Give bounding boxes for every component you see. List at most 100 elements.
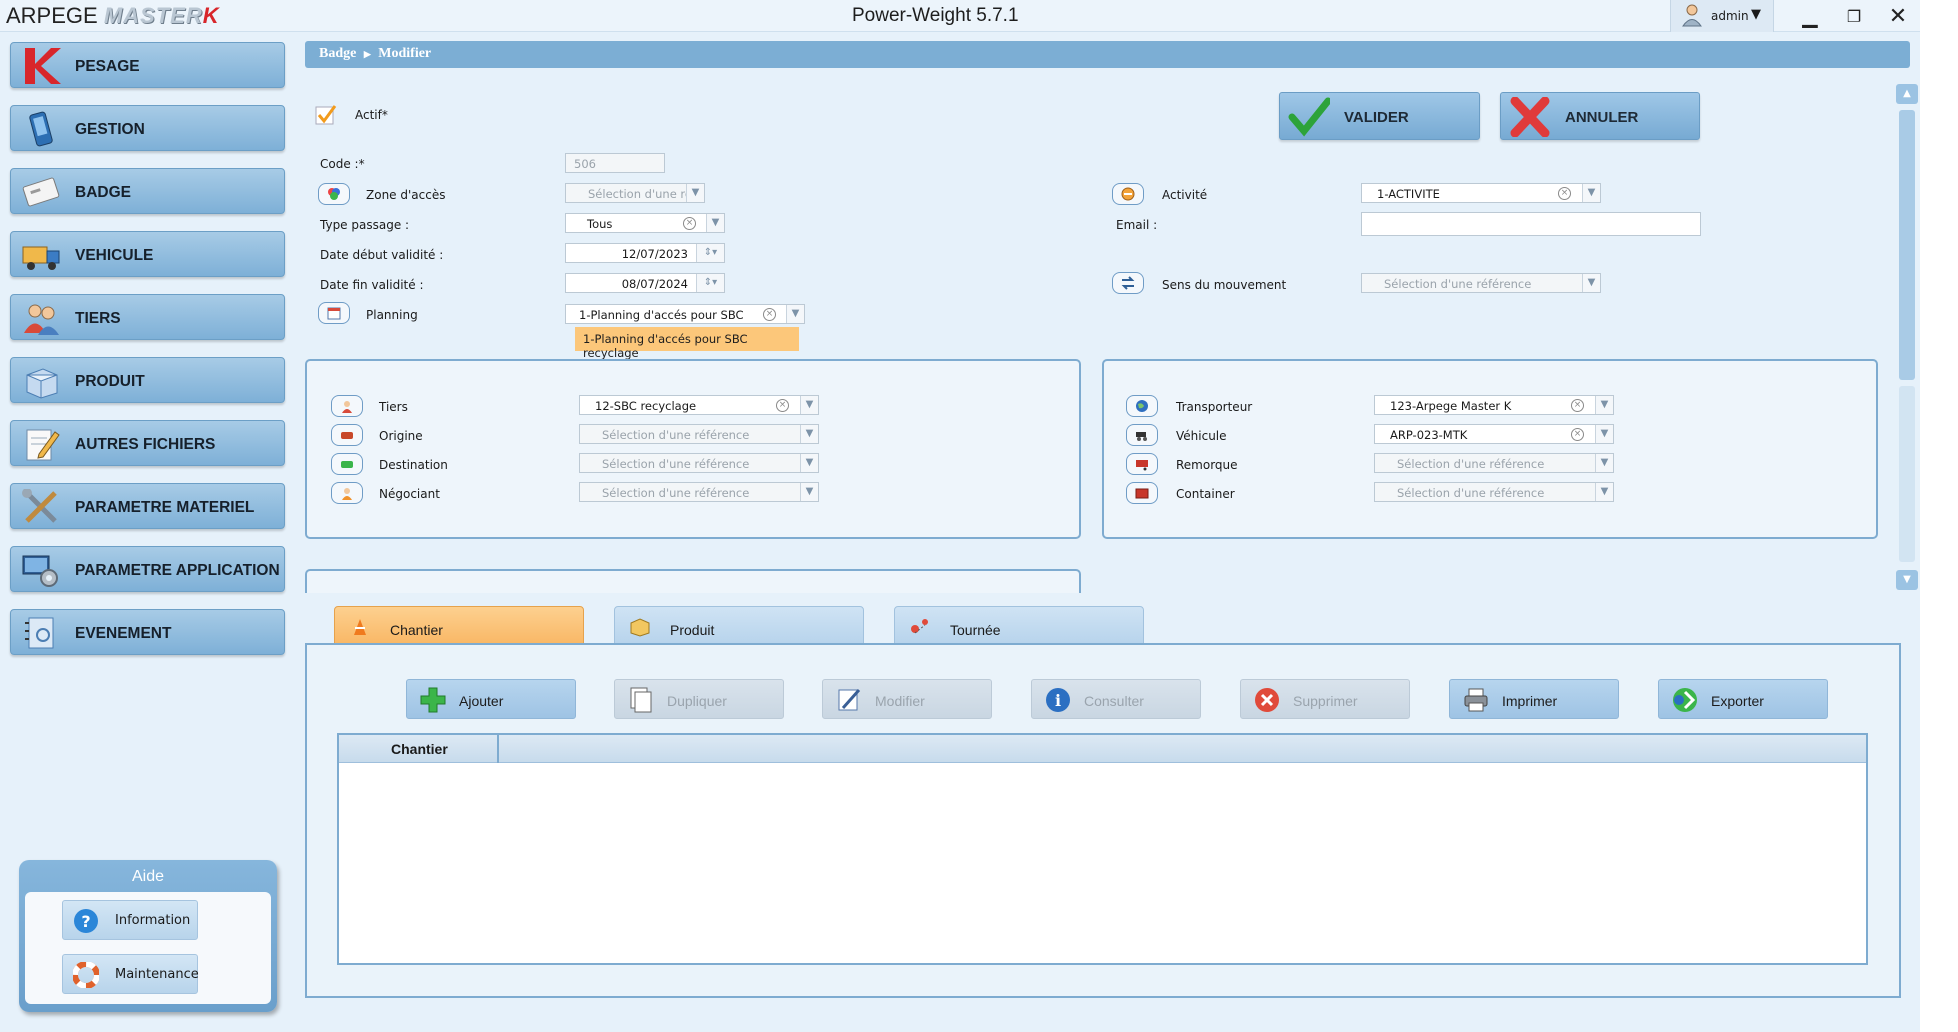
column-header-chantier[interactable]: Chantier — [339, 735, 499, 763]
sens-select[interactable]: Sélection d'une référence ▼ — [1361, 273, 1601, 293]
planning-icon-button[interactable] — [318, 302, 350, 324]
clear-icon[interactable]: × — [1571, 399, 1584, 412]
nav-vehicule[interactable]: VEHICULE — [10, 231, 285, 277]
nav-evenement[interactable]: EVENEMENT — [10, 609, 285, 655]
negociant-icon-button[interactable] — [331, 482, 363, 504]
truck-green-icon — [341, 461, 353, 468]
duplicate-icon — [630, 687, 652, 713]
destination-icon-button[interactable] — [331, 453, 363, 475]
svg-text:?: ? — [81, 912, 90, 931]
cancel-button[interactable]: ANNULER — [1500, 92, 1700, 140]
title-bar: ARPEGE MASTERK Power-Weight 5.7.1 admin … — [0, 0, 1920, 32]
sens-icon-button[interactable] — [1112, 272, 1144, 294]
zone-select[interactable]: Sélection d'une ré ▼ — [565, 183, 705, 203]
chevron-down-icon[interactable]: ▼ — [1595, 454, 1613, 472]
tab-tournee[interactable]: Tournée — [894, 606, 1144, 644]
nav-badge[interactable]: BADGE — [10, 168, 285, 214]
actif-checkbox[interactable] — [315, 104, 337, 126]
code-field[interactable]: 506 — [565, 153, 665, 173]
clear-icon[interactable]: × — [683, 217, 696, 230]
date-spinner-icon[interactable]: ⇕▾ — [696, 274, 724, 292]
nav-parametre-application[interactable]: PARAMETRE APPLICATION — [10, 546, 285, 592]
export-button[interactable]: Exporter — [1658, 679, 1828, 719]
tab-produit[interactable]: Produit — [614, 606, 864, 644]
date-fin-field[interactable]: 08/07/2024 ⇕▾ — [565, 273, 725, 293]
nav-autres-fichiers[interactable]: AUTRES FICHIERS — [10, 420, 285, 466]
chantier-table[interactable]: Chantier — [337, 733, 1868, 965]
activite-select[interactable]: 1-ACTIVITE × ▼ — [1361, 183, 1601, 203]
email-field[interactable] — [1361, 212, 1701, 236]
vertical-scrollbar[interactable]: ▲ ▼ — [1896, 84, 1918, 590]
nav-gestion[interactable]: GESTION — [10, 105, 285, 151]
user-menu[interactable]: admin ▼ — [1670, 0, 1774, 32]
nav-parametre-materiel[interactable]: PARAMETRE MATERIEL — [10, 483, 285, 529]
tiers-label: Tiers — [379, 400, 408, 414]
date-debut-field[interactable]: 12/07/2023 ⇕▾ — [565, 243, 725, 263]
vehicule-select[interactable]: ARP-023-MTK × ▼ — [1374, 424, 1614, 444]
remorque-icon-button[interactable] — [1126, 453, 1158, 475]
information-button[interactable]: ? Information — [62, 900, 198, 940]
breadcrumb-section[interactable]: Badge — [319, 46, 356, 61]
planning-select[interactable]: 1-Planning d'accés pour SBC × ▼ — [565, 304, 805, 324]
view-button[interactable]: i Consulter — [1031, 679, 1201, 719]
maintenance-button[interactable]: Maintenance — [62, 954, 199, 994]
scroll-down-icon[interactable]: ▼ — [1896, 570, 1918, 590]
chevron-down-icon[interactable]: ▼ — [800, 454, 818, 472]
type-select[interactable]: Tous × ▼ — [565, 213, 725, 233]
negociant-label: Négociant — [379, 487, 440, 501]
duplicate-button[interactable]: Dupliquer — [614, 679, 784, 719]
phone-icon — [29, 111, 53, 147]
origine-icon-button[interactable] — [331, 424, 363, 446]
chevron-down-icon[interactable]: ▼ — [686, 184, 704, 202]
activite-icon-button[interactable] — [1112, 183, 1144, 205]
tiers-select[interactable]: 12-SBC recyclage × ▼ — [579, 395, 819, 415]
clear-icon[interactable]: × — [776, 399, 789, 412]
chevron-down-icon[interactable]: ▼ — [1582, 184, 1600, 202]
clear-icon[interactable]: × — [1558, 187, 1571, 200]
plus-icon — [420, 687, 446, 713]
user-avatar-icon — [1682, 4, 1702, 27]
date-spinner-icon[interactable]: ⇕▾ — [696, 244, 724, 262]
chevron-down-icon[interactable]: ▼ — [706, 214, 724, 232]
edit-button[interactable]: Modifier — [822, 679, 992, 719]
container-icon-button[interactable] — [1126, 482, 1158, 504]
nav-pesage[interactable]: PESAGE — [10, 42, 285, 88]
restore-button[interactable]: ❐ — [1832, 0, 1876, 32]
remorque-select[interactable]: Sélection d'une référence ▼ — [1374, 453, 1614, 473]
nav-produit[interactable]: PRODUIT — [10, 357, 285, 403]
transporteur-select[interactable]: 123-Arpege Master K × ▼ — [1374, 395, 1614, 415]
delete-button[interactable]: Supprimer — [1240, 679, 1410, 719]
add-button[interactable]: Ajouter — [406, 679, 576, 719]
tiers-icon-button[interactable] — [331, 395, 363, 417]
negociant-select[interactable]: Sélection d'une référence ▼ — [579, 482, 819, 502]
container-select[interactable]: Sélection d'une référence ▼ — [1374, 482, 1614, 502]
transporteur-icon-button[interactable] — [1126, 395, 1158, 417]
vehicule-icon-button[interactable] — [1126, 424, 1158, 446]
destination-select[interactable]: Sélection d'une référence ▼ — [579, 453, 819, 473]
date-fin-label: Date fin validité : — [320, 278, 424, 292]
validate-button[interactable]: VALIDER — [1279, 92, 1480, 140]
nav-tiers[interactable]: TIERS — [10, 294, 285, 340]
tab-chantier[interactable]: Chantier — [334, 606, 584, 644]
chevron-down-icon[interactable]: ▼ — [1595, 483, 1613, 501]
chevron-down-icon[interactable]: ▼ — [800, 483, 818, 501]
clear-icon[interactable]: × — [763, 308, 776, 321]
breadcrumb-page: Modifier — [378, 46, 432, 61]
scroll-track[interactable] — [1899, 386, 1915, 562]
zone-icon-button[interactable] — [318, 183, 350, 205]
minimize-button[interactable]: ▁ — [1788, 0, 1832, 32]
chevron-down-icon[interactable]: ▼ — [786, 305, 804, 323]
clear-icon[interactable]: × — [1571, 428, 1584, 441]
chevron-down-icon[interactable]: ▼ — [1582, 274, 1600, 292]
merchant-icon — [342, 488, 352, 500]
chevron-down-icon[interactable]: ▼ — [1595, 425, 1613, 443]
tools-icon — [22, 489, 57, 523]
scroll-up-icon[interactable]: ▲ — [1896, 84, 1918, 104]
chevron-down-icon[interactable]: ▼ — [800, 425, 818, 443]
chevron-down-icon[interactable]: ▼ — [800, 396, 818, 414]
chevron-down-icon[interactable]: ▼ — [1595, 396, 1613, 414]
print-button[interactable]: Imprimer — [1449, 679, 1619, 719]
scroll-thumb[interactable] — [1899, 110, 1915, 380]
origine-select[interactable]: Sélection d'une référence ▼ — [579, 424, 819, 444]
close-button[interactable]: ✕ — [1876, 0, 1920, 32]
